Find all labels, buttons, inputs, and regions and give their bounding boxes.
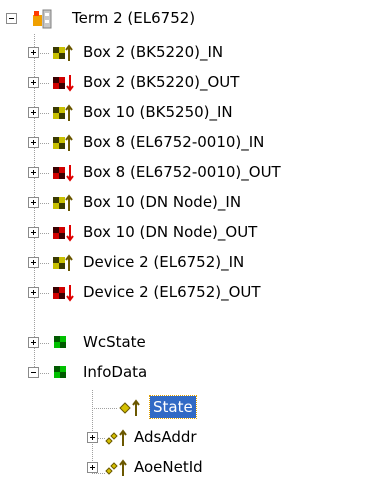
tree-item-box8-el6752-0010-in[interactable]: Box 8 (EL6752-0010)_IN [0, 130, 375, 156]
expand-toggle[interactable] [28, 287, 39, 298]
output-variable-icon [52, 283, 76, 303]
tree-item-aoenetid[interactable]: AoeNetId [0, 455, 375, 481]
input-variable-icon [52, 193, 76, 213]
collapse-toggle[interactable] [28, 367, 39, 378]
tree-item-label: AoeNetId [134, 458, 203, 476]
tree-item-label: AdsAddr [134, 428, 197, 446]
expand-toggle[interactable] [28, 107, 39, 118]
tree-item-label: Box 8 (EL6752-0010)_OUT [83, 163, 281, 181]
output-variable-icon [52, 163, 76, 183]
status-variable-icon [52, 333, 76, 353]
tree-item-label: Box 8 (EL6752-0010)_IN [83, 133, 265, 151]
tree-item-box8-el6752-0010-out[interactable]: Box 8 (EL6752-0010)_OUT [0, 160, 375, 186]
tree-item-label: Box 10 (DN Node)_OUT [83, 223, 258, 241]
expand-toggle[interactable] [28, 47, 39, 58]
expand-toggle[interactable] [28, 77, 39, 88]
tree-item-state[interactable]: State [0, 395, 375, 421]
tree-item-label: WcState [83, 333, 146, 351]
output-variable-icon [52, 73, 76, 93]
tree-item-label: Box 2 (BK5220)_IN [83, 43, 224, 61]
tree-item-device2-el6752-out[interactable]: Device 2 (EL6752)_OUT [0, 280, 375, 306]
expand-toggle[interactable] [87, 462, 98, 473]
tree-item-box2-bk5220-out[interactable]: Box 2 (BK5220)_OUT [0, 70, 375, 96]
tree-root-label: Term 2 (EL6752) [72, 9, 196, 27]
expand-toggle[interactable] [28, 167, 39, 178]
output-variable-icon [52, 223, 76, 243]
tree-item-box2-bk5220-in[interactable]: Box 2 (BK5220)_IN [0, 40, 375, 66]
status-variable-icon [52, 363, 76, 383]
single-input-icon [119, 398, 143, 418]
multi-input-icon [105, 458, 129, 478]
collapse-toggle[interactable] [6, 13, 17, 24]
tree-item-infodata[interactable]: InfoData [0, 360, 375, 386]
expand-toggle[interactable] [28, 227, 39, 238]
input-variable-icon [52, 253, 76, 273]
expand-toggle[interactable] [87, 432, 98, 443]
tree-item-label: Box 10 (DN Node)_IN [83, 193, 242, 211]
tree-root-term2[interactable]: Term 2 (EL6752) [0, 6, 375, 32]
tree-item-label: Device 2 (EL6752)_IN [83, 253, 245, 271]
expand-toggle[interactable] [28, 337, 39, 348]
expand-toggle[interactable] [28, 137, 39, 148]
multi-input-icon [105, 428, 129, 448]
input-variable-icon [52, 43, 76, 63]
tree-item-wcstate[interactable]: WcState [0, 330, 375, 356]
tree-item-label: Box 2 (BK5220)_OUT [83, 73, 240, 91]
input-variable-icon [52, 133, 76, 153]
tree-item-adsaddr[interactable]: AdsAddr [0, 425, 375, 451]
input-variable-icon [52, 103, 76, 123]
tree-item-label: InfoData [83, 363, 148, 381]
tree-item-box10-bk5250-in[interactable]: Box 10 (BK5250)_IN [0, 100, 375, 126]
tree-item-box10-dn-node-in[interactable]: Box 10 (DN Node)_IN [0, 190, 375, 216]
tree-item-label-selected: State [149, 395, 197, 419]
tree-item-box10-dn-node-out[interactable]: Box 10 (DN Node)_OUT [0, 220, 375, 246]
expand-toggle[interactable] [28, 257, 39, 268]
terminal-icon [33, 8, 57, 29]
tree-item-device2-el6752-in[interactable]: Device 2 (EL6752)_IN [0, 250, 375, 276]
io-tree-view[interactable]: Term 2 (EL6752) Box 2 (BK5220)_IN Box 2 … [0, 0, 375, 481]
tree-item-label: Box 10 (BK5250)_IN [83, 103, 233, 121]
tree-item-label: Device 2 (EL6752)_OUT [83, 283, 261, 301]
expand-toggle[interactable] [28, 197, 39, 208]
